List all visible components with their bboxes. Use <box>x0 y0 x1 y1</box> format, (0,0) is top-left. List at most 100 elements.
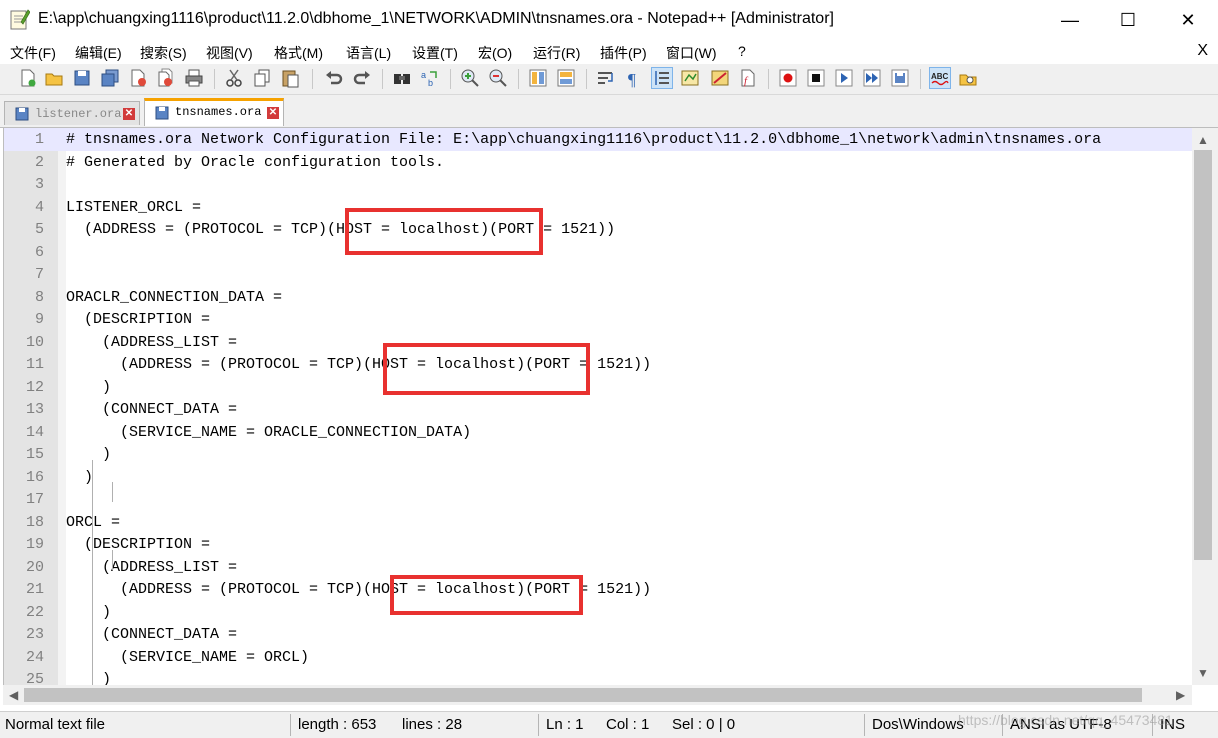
line-text[interactable]: (CONNECT_DATA = <box>66 401 237 418</box>
menu-file[interactable]: 文件(F) <box>10 43 56 63</box>
save-icon[interactable] <box>72 68 92 88</box>
line-text[interactable]: LISTENER_ORCL = <box>66 199 201 216</box>
editor-line[interactable]: 15 ) <box>4 443 1193 466</box>
editor-line[interactable]: 7 <box>4 263 1193 286</box>
doc-map-icon[interactable] <box>680 68 700 88</box>
editor-line[interactable]: 5 (ADDRESS = (PROTOCOL = TCP)(HOST = loc… <box>4 218 1193 241</box>
menu-format[interactable]: 格式(M) <box>274 43 323 63</box>
menu-view[interactable]: 视图(V) <box>206 43 253 63</box>
editor-line[interactable]: 11 (ADDRESS = (PROTOCOL = TCP)(HOST = lo… <box>4 353 1193 376</box>
editor-line[interactable]: 9 (DESCRIPTION = <box>4 308 1193 331</box>
stop-macro-icon[interactable] <box>806 68 826 88</box>
scroll-up-arrow-icon[interactable]: ▲ <box>1197 133 1209 147</box>
line-text[interactable]: (SERVICE_NAME = ORACLE_CONNECTION_DATA) <box>66 424 471 441</box>
menu-run[interactable]: 运行(R) <box>533 43 580 63</box>
editor-line[interactable]: 10 (ADDRESS_LIST = <box>4 331 1193 354</box>
horizontal-scroll-thumb[interactable] <box>24 688 1142 702</box>
spell-options-icon[interactable] <box>958 68 978 88</box>
editor-line[interactable]: 17 <box>4 488 1193 511</box>
editor-line[interactable]: 8 ORACLR_CONNECTION_DATA = <box>4 286 1193 309</box>
line-text[interactable]: ) <box>66 671 111 685</box>
redo-icon[interactable] <box>352 68 372 88</box>
print-icon[interactable] <box>184 68 204 88</box>
run-macro-multiple-icon[interactable] <box>862 68 882 88</box>
line-text[interactable]: (DESCRIPTION = <box>66 311 210 328</box>
editor-line[interactable]: 4 LISTENER_ORCL = <box>4 196 1193 219</box>
folder-workspace-icon[interactable]: f <box>738 68 758 88</box>
record-macro-icon[interactable] <box>778 68 798 88</box>
new-file-icon[interactable] <box>18 68 38 88</box>
maximize-button[interactable]: ☐ <box>1098 0 1158 40</box>
paste-icon[interactable] <box>280 68 300 88</box>
minimize-button[interactable]: — <box>1040 0 1100 40</box>
editor-line[interactable]: 18 ORCL = <box>4 511 1193 534</box>
close-tab-icon[interactable]: ✕ <box>123 108 135 120</box>
line-text[interactable]: ) <box>66 446 111 463</box>
line-text[interactable]: ) <box>66 469 93 486</box>
close-document-button[interactable]: X <box>1197 42 1208 60</box>
replace-icon[interactable]: ab <box>420 68 440 88</box>
menu-edit[interactable]: 编辑(E) <box>75 43 122 63</box>
vertical-scroll-thumb[interactable] <box>1194 150 1212 560</box>
spell-check-icon[interactable]: ABC <box>929 67 951 89</box>
tab-listener-ora[interactable]: listener.ora ✕ <box>4 101 140 125</box>
line-text[interactable]: ) <box>66 604 111 621</box>
sync-vertical-icon[interactable] <box>528 68 548 88</box>
line-text[interactable]: (ADDRESS_LIST = <box>66 334 237 351</box>
save-macro-icon[interactable] <box>890 68 910 88</box>
line-text[interactable]: (DESCRIPTION = <box>66 536 210 553</box>
line-text[interactable]: # Generated by Oracle configuration tool… <box>66 154 444 171</box>
editor-line[interactable]: 1 # tnsnames.ora Network Configuration Fi… <box>4 128 1193 151</box>
menu-settings[interactable]: 设置(T) <box>412 43 458 63</box>
svg-text:ABC: ABC <box>931 72 949 81</box>
line-text[interactable]: ) <box>66 379 111 396</box>
editor-line[interactable]: 23 (CONNECT_DATA = <box>4 623 1193 646</box>
editor-line[interactable]: 3 <box>4 173 1193 196</box>
find-icon[interactable] <box>392 68 412 88</box>
close-tab-icon[interactable]: ✕ <box>267 107 279 119</box>
play-macro-icon[interactable] <box>834 68 854 88</box>
word-wrap-icon[interactable] <box>596 68 616 88</box>
editor-line[interactable]: 6 <box>4 241 1193 264</box>
zoom-in-icon[interactable] <box>460 68 480 88</box>
open-file-icon[interactable] <box>44 68 64 88</box>
editor-line[interactable]: 19 (DESCRIPTION = <box>4 533 1193 556</box>
editor-line[interactable]: 20 (ADDRESS_LIST = <box>4 556 1193 579</box>
line-text[interactable]: ORACLR_CONNECTION_DATA = <box>66 289 282 306</box>
editor-line[interactable]: 21 (ADDRESS = (PROTOCOL = TCP)(HOST = lo… <box>4 578 1193 601</box>
tab-tnsnames-ora[interactable]: tnsnames.ora ✕ <box>144 98 284 126</box>
menu-help[interactable]: ? <box>738 43 746 59</box>
scroll-right-arrow-icon[interactable]: ▶ <box>1176 688 1185 702</box>
function-list-icon[interactable] <box>710 68 730 88</box>
zoom-out-icon[interactable] <box>488 68 508 88</box>
close-window-button[interactable]: ✕ <box>1158 0 1218 40</box>
undo-icon[interactable] <box>324 68 344 88</box>
text-editor[interactable]: 1 # tnsnames.ora Network Configuration Fi… <box>3 128 1193 685</box>
menu-macro[interactable]: 宏(O) <box>478 43 512 63</box>
editor-line[interactable]: 13 (CONNECT_DATA = <box>4 398 1193 421</box>
show-all-characters-icon[interactable]: ¶ <box>624 68 644 88</box>
line-text[interactable]: ORCL = <box>66 514 120 531</box>
line-text[interactable]: # tnsnames.ora Network Configuration Fil… <box>66 131 1101 148</box>
copy-icon[interactable] <box>252 68 272 88</box>
menu-plugins[interactable]: 插件(P) <box>600 43 647 63</box>
close-file-icon[interactable] <box>128 68 148 88</box>
cut-icon[interactable] <box>224 68 244 88</box>
sync-horizontal-icon[interactable] <box>556 68 576 88</box>
editor-line[interactable]: 22 ) <box>4 601 1193 624</box>
indent-guide-icon[interactable] <box>651 67 673 89</box>
editor-line[interactable]: 2 # Generated by Oracle configuration too… <box>4 151 1193 174</box>
line-text[interactable]: (SERVICE_NAME = ORCL) <box>66 649 309 666</box>
menu-language[interactable]: 语言(L) <box>346 43 391 63</box>
menu-window[interactable]: 窗口(W) <box>666 43 717 63</box>
scroll-down-arrow-icon[interactable]: ▼ <box>1197 666 1209 680</box>
scroll-left-arrow-icon[interactable]: ◀ <box>9 688 18 702</box>
editor-line[interactable]: 25 ) <box>4 668 1193 685</box>
save-all-icon[interactable] <box>100 68 120 88</box>
editor-line[interactable]: 24 (SERVICE_NAME = ORCL) <box>4 646 1193 669</box>
menu-search[interactable]: 搜索(S) <box>140 43 187 63</box>
editor-line[interactable]: 16 ) <box>4 466 1193 489</box>
editor-line[interactable]: 14 (SERVICE_NAME = ORACLE_CONNECTION_DAT… <box>4 421 1193 444</box>
editor-line[interactable]: 12 ) <box>4 376 1193 399</box>
close-all-icon[interactable] <box>156 68 176 88</box>
